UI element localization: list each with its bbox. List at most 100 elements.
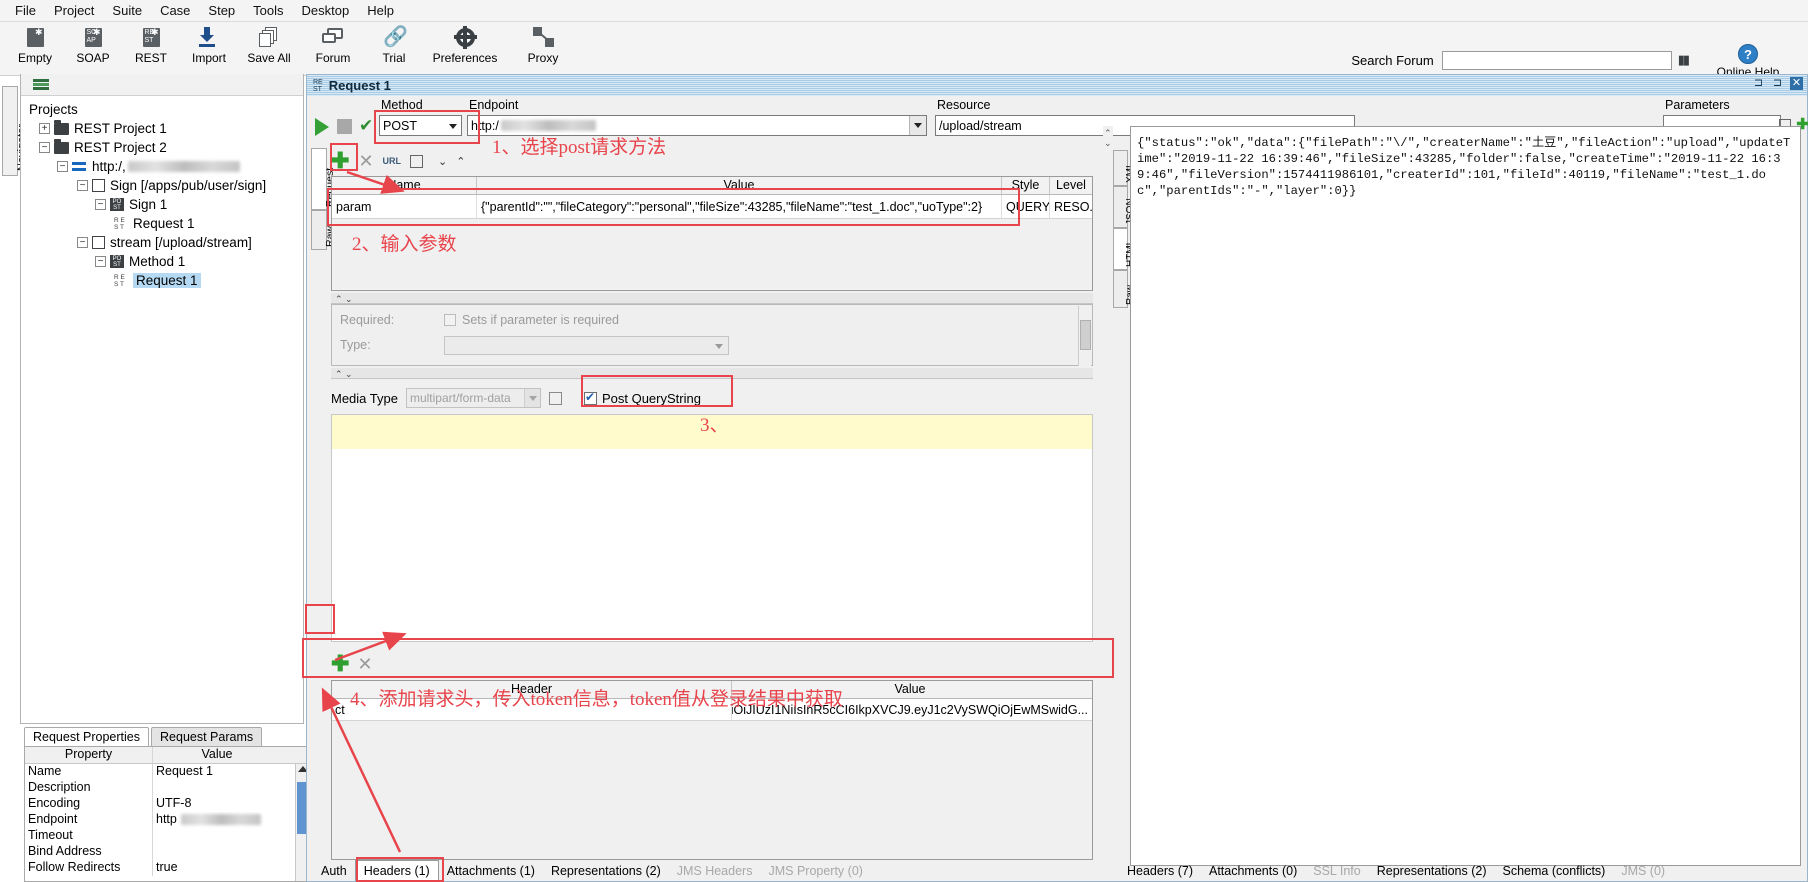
request-body-editor[interactable]	[331, 449, 1093, 642]
menu-item-help[interactable]: Help	[358, 1, 403, 20]
table-row[interactable]: param {"parentId":"","fileCategory":"per…	[332, 195, 1092, 219]
tab-headers[interactable]: Headers (1)	[355, 860, 439, 881]
tab-html-view[interactable]: HTML	[1113, 228, 1128, 270]
toolbar-trial-button[interactable]: 🔗 Trial	[363, 25, 425, 73]
method-dropdown[interactable]: POST	[379, 115, 462, 136]
expander-icon[interactable]: −	[95, 256, 106, 267]
tab-schema[interactable]: Schema (conflicts)	[1495, 861, 1614, 881]
toggle-icon[interactable]	[410, 155, 423, 168]
tab-auth[interactable]: Auth	[313, 861, 355, 881]
table-row[interactable]: Timeout	[25, 828, 309, 844]
tree-item-rest-project-2[interactable]: − REST Project 2	[27, 138, 303, 157]
cell-param-level[interactable]: RESO...	[1050, 195, 1092, 218]
search-input[interactable]	[1442, 51, 1672, 70]
tab-xml-view[interactable]: XML	[1113, 150, 1128, 186]
param-detail-scrollbar[interactable]	[1078, 306, 1091, 366]
tab-raw-view[interactable]: Raw	[311, 210, 327, 250]
toolbar-forum-button[interactable]: Forum	[302, 25, 364, 73]
table-row[interactable]: Bind Address	[25, 844, 309, 860]
cell-param-style[interactable]: QUERY	[1002, 195, 1050, 218]
maximize-icon[interactable]: ⊐	[1771, 77, 1784, 90]
tree-item-request-sign[interactable]: R ES T Request 1	[27, 214, 303, 233]
toolbar-rest-button[interactable]: REST✱ REST	[120, 25, 182, 73]
cell-param-value[interactable]: {"parentId":"","fileCategory":"personal"…	[477, 195, 1002, 218]
expander-icon[interactable]: −	[77, 237, 88, 248]
cell-value[interactable]: UTF-8	[153, 796, 281, 812]
expander-icon[interactable]: +	[39, 123, 50, 134]
run-icon[interactable]	[315, 118, 329, 136]
toolbar-proxy-button[interactable]: Proxy	[512, 25, 574, 73]
expander-icon[interactable]: −	[57, 161, 68, 172]
move-up-icon[interactable]: ⌃	[456, 155, 465, 168]
tree-item-method-sign-1[interactable]: − POST Sign 1	[27, 195, 303, 214]
splitter-body[interactable]: ⌃⌄	[331, 368, 1093, 379]
table-row[interactable]: Description	[25, 780, 309, 796]
tab-response-attachments[interactable]: Attachments (0)	[1201, 861, 1305, 881]
close-icon[interactable]: ✕	[1790, 77, 1803, 90]
binoculars-icon[interactable]: ▮▮	[1678, 52, 1688, 68]
navigator-tab[interactable]: Navigator	[2, 86, 18, 176]
tab-request-params[interactable]: Request Params	[151, 727, 262, 746]
list-lines-icon[interactable]	[33, 79, 49, 91]
chevron-down-icon[interactable]	[909, 116, 926, 135]
table-row[interactable]: Name Request 1	[25, 764, 309, 780]
tab-representations[interactable]: Representations (2)	[543, 861, 669, 881]
validate-icon[interactable]: ✔	[359, 117, 373, 134]
tab-request-view[interactable]: Request	[311, 148, 327, 210]
menu-item-project[interactable]: Project	[45, 1, 103, 20]
menu-item-file[interactable]: File	[6, 1, 45, 20]
url-encode-icon[interactable]: URL	[383, 156, 402, 166]
tree-item-rest-project-1[interactable]: + REST Project 1	[27, 119, 303, 138]
menu-item-tools[interactable]: Tools	[244, 1, 292, 20]
menu-item-suite[interactable]: Suite	[103, 1, 151, 20]
menu-item-case[interactable]: Case	[151, 1, 199, 20]
cell-value[interactable]	[153, 828, 281, 844]
remove-param-icon[interactable]: ✕	[358, 152, 373, 170]
splitter-params[interactable]: ⌃⌄	[331, 293, 1093, 304]
toolbar-import-button[interactable]: Import	[178, 25, 240, 73]
tree-item-method-1[interactable]: − POST Method 1	[27, 252, 303, 271]
add-param-icon[interactable]: ✚	[331, 151, 349, 171]
restore-icon[interactable]: ⊐	[1752, 77, 1765, 90]
tab-response-representations[interactable]: Representations (2)	[1369, 861, 1495, 881]
table-row[interactable]: Encoding UTF-8	[25, 796, 309, 812]
expander-icon[interactable]: −	[77, 180, 88, 191]
body-refresh-icon[interactable]	[549, 392, 562, 405]
tree-item-endpoint[interactable]: − http:/,	[27, 157, 303, 176]
tree-item-request-stream-selected[interactable]: R ES T Request 1	[27, 271, 303, 290]
menu-item-step[interactable]: Step	[199, 1, 244, 20]
post-querystring-option[interactable]: Post QueryString	[584, 391, 701, 406]
menu-item-desktop[interactable]: Desktop	[293, 1, 359, 20]
toolbar-preferences-button[interactable]: Preferences	[420, 25, 510, 73]
remove-header-icon[interactable]: ✕	[357, 655, 372, 673]
tab-raw-response-view[interactable]: Raw	[1113, 270, 1128, 308]
request-response-splitter[interactable]: ⌃ ⌄	[1103, 126, 1113, 866]
tab-response-headers[interactable]: Headers (7)	[1119, 861, 1201, 881]
cell-value[interactable]	[153, 844, 281, 860]
response-content-box[interactable]: {"status":"ok","data":{"filePath":"\/","…	[1130, 126, 1801, 866]
cell-value[interactable]: http	[153, 812, 281, 828]
add-header-icon[interactable]: ✚	[331, 654, 349, 674]
table-row[interactable]: Follow Redirects true	[25, 860, 309, 876]
move-down-icon[interactable]: ⌄	[438, 155, 447, 168]
stop-icon[interactable]	[337, 119, 352, 134]
type-dropdown[interactable]	[444, 336, 729, 355]
expander-icon[interactable]: −	[39, 142, 50, 153]
media-type-dropdown[interactable]: multipart/form-data	[406, 388, 541, 408]
required-checkbox[interactable]	[444, 314, 456, 326]
scrollbar-thumb[interactable]	[1080, 320, 1091, 350]
toolbar-save-all-button[interactable]: Save All	[238, 25, 300, 73]
expander-icon[interactable]: −	[95, 199, 106, 210]
cell-param-name[interactable]: param	[332, 195, 477, 218]
cell-value[interactable]: true	[153, 860, 281, 876]
tree-item-resource-sign[interactable]: − Sign [/apps/pub/user/sign]	[27, 176, 303, 195]
toolbar-soap-button[interactable]: SOAP✱ SOAP	[62, 25, 124, 73]
tab-attachments[interactable]: Attachments (1)	[439, 861, 543, 881]
tree-item-resource-stream[interactable]: − stream [/upload/stream]	[27, 233, 303, 252]
toolbar-empty-button[interactable]: ✱ Empty	[4, 25, 66, 73]
post-querystring-checkbox[interactable]	[584, 392, 597, 405]
tab-request-properties[interactable]: Request Properties	[24, 727, 149, 746]
cell-value[interactable]: Request 1	[153, 764, 281, 780]
table-row[interactable]: Endpoint http	[25, 812, 309, 828]
tab-json-view[interactable]: JSON	[1113, 186, 1128, 228]
